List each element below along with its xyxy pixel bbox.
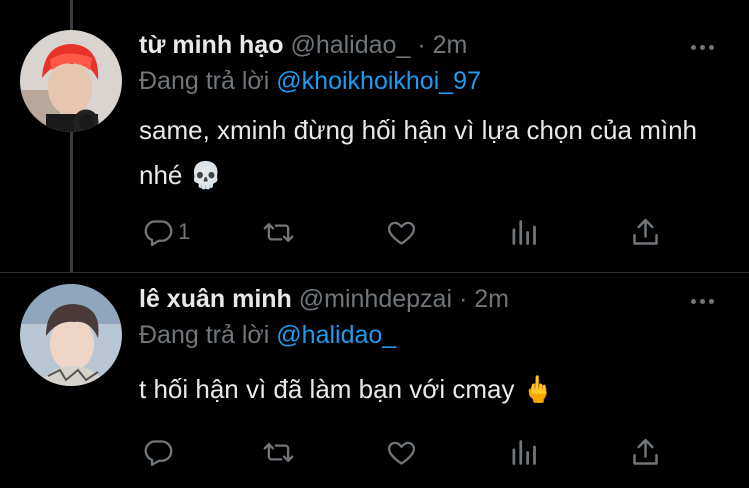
action-bar (139, 434, 679, 470)
author-name[interactable]: lê xuân minh (139, 285, 292, 313)
share-icon (633, 438, 658, 465)
retweet-button[interactable] (262, 214, 299, 250)
retweet-icon (263, 442, 294, 462)
like-icon (387, 441, 416, 465)
tweet-divider (0, 272, 749, 273)
share-button[interactable] (629, 434, 662, 470)
reply-mention-link[interactable]: @khoikhoikhoi_97 (276, 67, 481, 95)
reply-prefix: Đang trả lời (139, 321, 270, 349)
reply-prefix: Đang trả lời (139, 67, 270, 95)
meta-separator: · (417, 31, 426, 59)
analytics-icon (512, 219, 536, 245)
tweet-text: same, xminh đừng hối hận vì lựa chọn của… (139, 115, 697, 190)
like-icon (387, 221, 416, 245)
like-button[interactable] (385, 214, 422, 250)
avatar[interactable] (20, 30, 122, 132)
action-bar: 1 (139, 214, 679, 250)
reply-icon (144, 439, 173, 466)
more-icon[interactable] (691, 37, 721, 57)
reply-button[interactable] (141, 434, 178, 470)
tweet-time[interactable]: 2m (474, 285, 509, 313)
author-handle[interactable]: @minhdepzai (299, 285, 452, 313)
analytics-button[interactable] (507, 214, 540, 250)
analytics-button[interactable] (507, 434, 540, 470)
reply-mention-link[interactable]: @halidao_ (276, 321, 396, 349)
retweet-button[interactable] (262, 434, 299, 470)
analytics-icon (512, 439, 536, 465)
replying-to: Đang trả lời @halidao_ (139, 320, 396, 350)
replying-to: Đang trả lời @khoikhoikhoi_97 (139, 66, 481, 96)
avatar[interactable] (20, 284, 122, 386)
retweet-icon (263, 222, 294, 242)
reply-count: 1 (178, 219, 191, 244)
reply-button[interactable]: 1 (141, 214, 190, 250)
share-button[interactable] (629, 214, 662, 250)
share-icon (633, 218, 658, 245)
author-name[interactable]: từ minh hạo (139, 31, 283, 59)
more-icon[interactable] (691, 291, 721, 311)
tweet-header: từ minh hạo @halidao_ · 2m (139, 30, 467, 60)
tweet-time[interactable]: 2m (433, 31, 468, 59)
tweet-header: lê xuân minh @minhdepzai · 2m (139, 284, 509, 314)
meta-separator: · (458, 285, 468, 313)
like-button[interactable] (385, 434, 422, 470)
author-handle[interactable]: @halidao_ (290, 31, 410, 59)
reply-icon (144, 219, 173, 246)
tweet-text: t hối hận vì đã làm bạn với cmay 🖕 (139, 374, 555, 404)
